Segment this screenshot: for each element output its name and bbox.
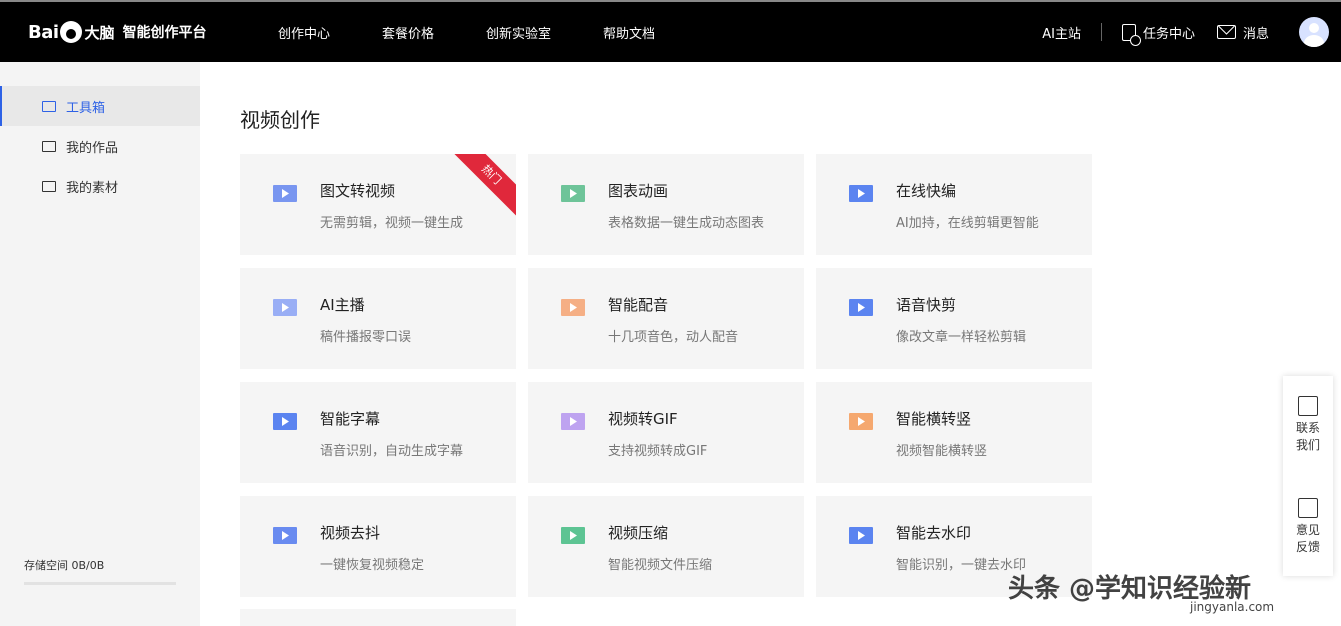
tool-card-description: 智能视频文件压缩 [608, 558, 713, 573]
tool-card-description: 视频智能横转竖 [896, 444, 988, 459]
toolbox-icon [42, 100, 56, 112]
chart-animation-icon [560, 180, 586, 206]
tool-card-title: 图文转视频 [320, 182, 396, 200]
tool-card-title: 智能字幕 [320, 410, 381, 428]
messages-label: 消息 [1242, 26, 1269, 42]
dubbing-icon [560, 294, 586, 320]
sidebar-item-label: 我的素材 [66, 180, 119, 196]
tool-card-description: 一键恢复视频稳定 [320, 558, 425, 573]
sidebar: 工具箱 我的作品 我的素材 存储空间 0B/0B [0, 62, 200, 626]
works-icon [42, 140, 56, 152]
sidebar-item-my-works[interactable]: 我的作品 [0, 126, 200, 166]
tool-card-title: 视频转GIF [608, 410, 678, 428]
tool-card-description: 语音识别，自动生成字幕 [320, 444, 464, 459]
chat-icon [1298, 396, 1318, 416]
storage-progress-bar [24, 582, 176, 585]
online-edit-icon [848, 180, 874, 206]
tool-card-title: 图表动画 [608, 182, 669, 200]
feedback-button[interactable]: 意见 反馈 [1283, 498, 1333, 556]
divider [1100, 23, 1102, 41]
nav-pricing[interactable]: 套餐价格 [382, 23, 434, 42]
sidebar-item-label: 我的作品 [66, 140, 119, 156]
tool-card-description: 表格数据一键生成动态图表 [608, 216, 765, 231]
messages-button[interactable]: 消息 [1216, 23, 1269, 42]
tool-card-description: AI加持，在线剪辑更智能 [896, 216, 1039, 231]
section-title: 视频创作 [240, 108, 320, 132]
stabilize-icon [272, 522, 298, 548]
tool-card[interactable]: 智能横转竖视频智能横转竖 [816, 382, 1092, 483]
tool-card[interactable]: 图文转视频无需剪辑，视频一键生成 热门 [240, 154, 516, 255]
floating-help-panel: 联系 我们 意见 反馈 [1283, 376, 1333, 576]
tool-card-description: 无需剪辑，视频一键生成 [320, 216, 464, 231]
tool-card-title: 智能横转竖 [896, 410, 972, 428]
task-center-button[interactable]: 任务中心 [1121, 23, 1195, 46]
tool-card[interactable]: 视频去抖一键恢复视频稳定 [240, 496, 516, 597]
contact-us-button[interactable]: 联系 我们 [1283, 396, 1333, 454]
edit-icon [1298, 498, 1318, 518]
video-to-gif-icon [560, 408, 586, 434]
baidu-brain-logo[interactable]: Bai 大脑 智能创作平台 [28, 16, 207, 48]
tool-card[interactable]: 语音快剪像改文章一样轻松剪辑 [816, 268, 1092, 369]
tool-card-title: 智能去水印 [896, 524, 972, 542]
tool-card-title: 智能配音 [608, 296, 669, 314]
sidebar-item-my-materials[interactable]: 我的素材 [0, 166, 200, 206]
tool-card[interactable]: 在线快编 AI加持，在线剪辑更智能 [816, 154, 1092, 255]
task-clock-icon [1121, 23, 1141, 46]
mail-icon [1216, 25, 1236, 39]
feedback-line-1: 意见 [1295, 523, 1320, 537]
tool-card[interactable]: 视频压缩智能视频文件压缩 [528, 496, 804, 597]
tool-card-partial[interactable] [240, 609, 516, 626]
watermark-sub: jingyanla.com [1190, 600, 1275, 614]
tool-card-title: 视频去抖 [320, 524, 381, 542]
logo-cn: 大脑 [84, 23, 115, 42]
tool-card-description: 像改文章一样轻松剪辑 [896, 330, 1027, 345]
nav-creation-center[interactable]: 创作中心 [278, 23, 330, 42]
tool-card-description: 智能识别，一键去水印 [896, 558, 1027, 573]
paw-icon [59, 21, 82, 43]
contact-line-2: 我们 [1295, 438, 1320, 452]
remove-watermark-icon [848, 522, 874, 548]
tool-card-title: 语音快剪 [896, 296, 957, 314]
tool-card[interactable]: 智能字幕语音识别，自动生成字幕 [240, 382, 516, 483]
tool-card-title: AI主播 [320, 296, 365, 314]
main-nav: 创作中心 套餐价格 创新实验室 帮助文档 [278, 2, 707, 62]
tool-card-description: 十几项音色，动人配音 [608, 330, 739, 345]
platform-name: 智能创作平台 [122, 25, 207, 41]
horizontal-to-vertical-icon [848, 408, 874, 434]
ai-site-link[interactable]: AI主站 [1042, 23, 1081, 42]
image-to-video-icon [272, 180, 298, 206]
tool-card[interactable]: 视频转GIF 支持视频转成GIF [528, 382, 804, 483]
task-center-label: 任务中心 [1142, 26, 1195, 42]
tool-card-description: 支持视频转成GIF [608, 444, 708, 459]
compress-icon [560, 522, 586, 548]
top-navigation-bar: Bai 大脑 智能创作平台 创作中心 套餐价格 创新实验室 帮助文档 AI主站 … [0, 0, 1341, 62]
nav-help-docs[interactable]: 帮助文档 [603, 23, 655, 42]
folder-icon [42, 180, 56, 192]
voice-cut-icon [848, 294, 874, 320]
user-avatar[interactable] [1299, 17, 1329, 47]
ai-anchor-icon [272, 294, 298, 320]
sidebar-item-toolbox[interactable]: 工具箱 [0, 86, 200, 126]
sidebar-item-label: 工具箱 [66, 100, 106, 116]
nav-innovation-lab[interactable]: 创新实验室 [486, 23, 551, 42]
tool-card-title: 视频压缩 [608, 524, 669, 542]
tool-card[interactable]: AI主播稿件播报零口误 [240, 268, 516, 369]
tool-card[interactable]: 图表动画表格数据一键生成动态图表 [528, 154, 804, 255]
tool-card-description: 稿件播报零口误 [320, 330, 412, 345]
tool-card-title: 在线快编 [896, 182, 957, 200]
hot-badge: 热门 [447, 154, 516, 219]
feedback-line-2: 反馈 [1295, 540, 1320, 554]
subtitle-icon [272, 408, 298, 434]
logo-text: Bai [28, 21, 59, 43]
tool-card[interactable]: 智能配音十几项音色，动人配音 [528, 268, 804, 369]
storage-space-text: 存储空间 0B/0B [24, 559, 105, 572]
header-right-actions: AI主站 任务中心 消息 [1042, 2, 1341, 62]
contact-line-1: 联系 [1295, 421, 1320, 435]
